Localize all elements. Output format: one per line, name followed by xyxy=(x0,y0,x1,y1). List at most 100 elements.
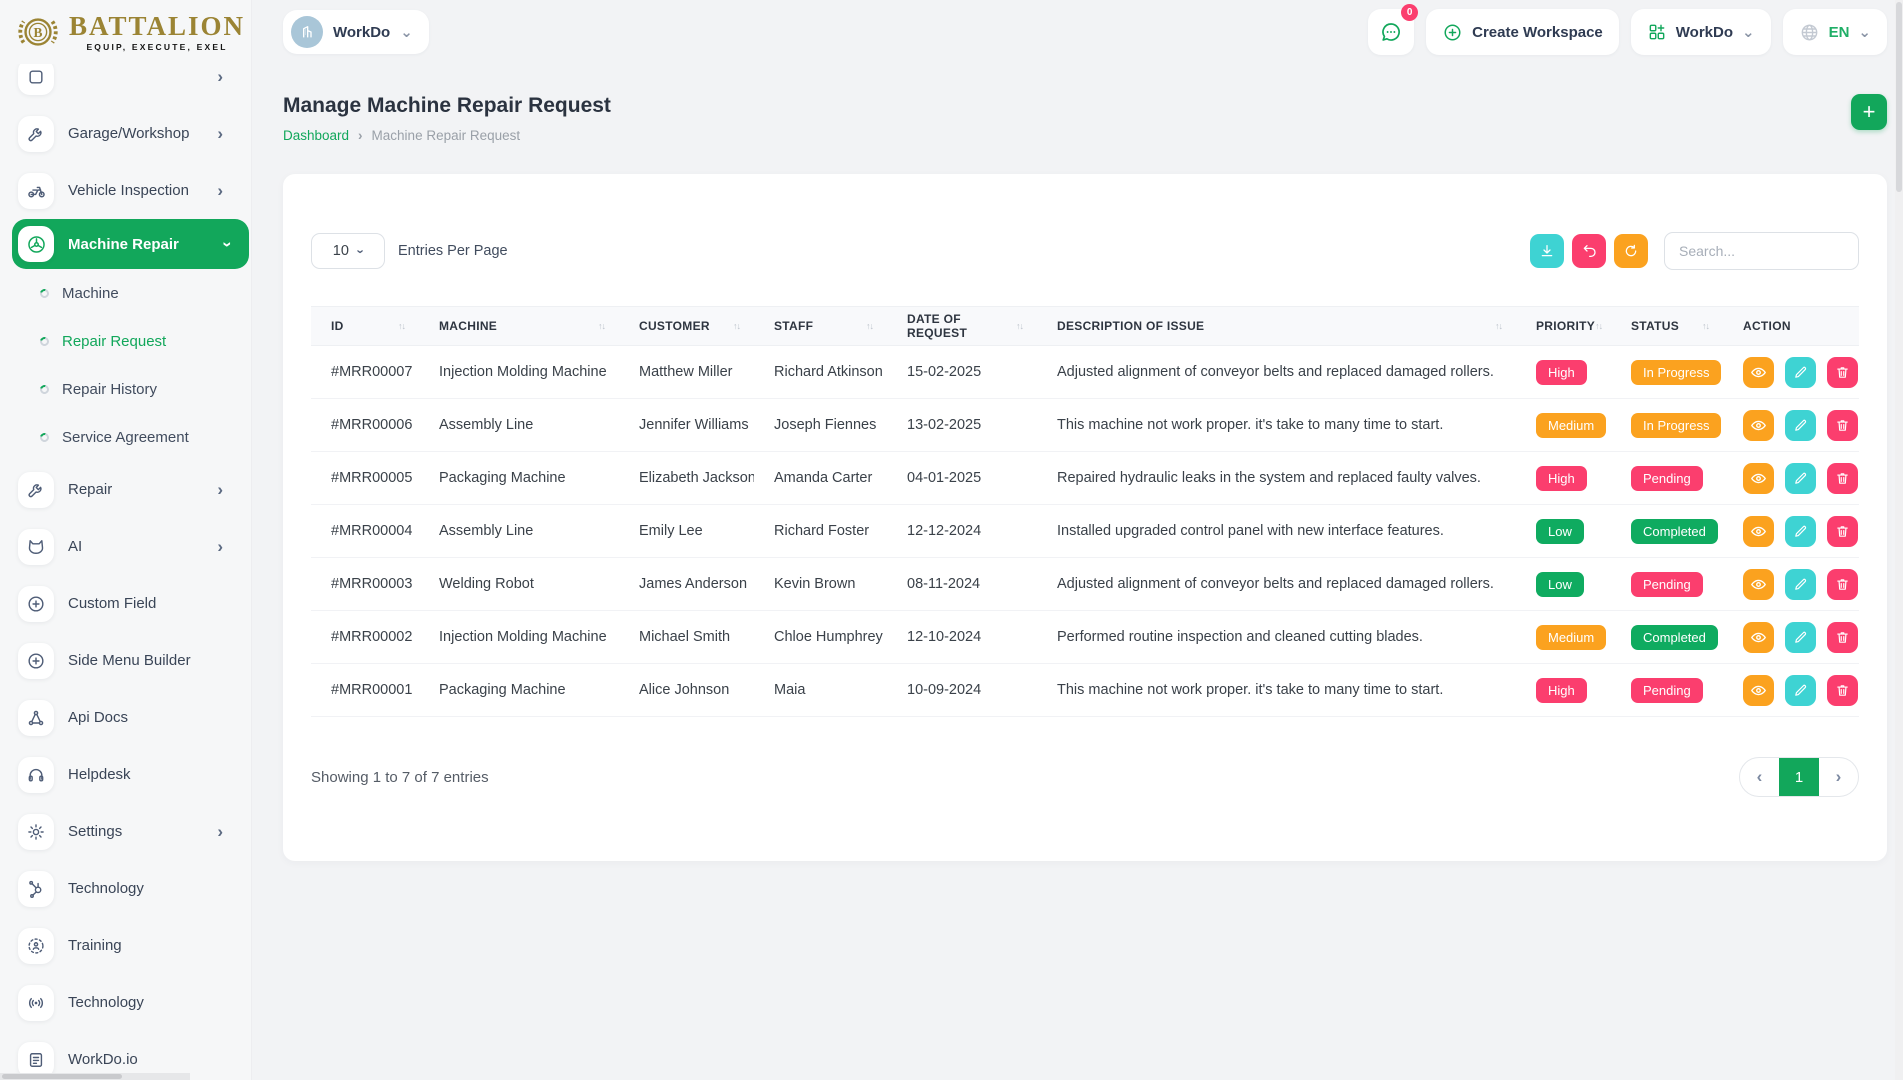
cell-date: 12-12-2024 xyxy=(887,523,1037,539)
cell-staff: Richard Atkinson xyxy=(754,364,887,380)
cell-date: 13-02-2025 xyxy=(887,417,1037,433)
sidebar-item-technology-1[interactable]: Technology xyxy=(0,860,251,917)
sidebar-item-technology-2[interactable]: Technology xyxy=(0,974,251,1031)
create-workspace-button[interactable]: Create Workspace xyxy=(1426,9,1619,55)
messages-button[interactable]: 0 xyxy=(1368,9,1414,55)
next-page-button[interactable]: › xyxy=(1819,758,1858,796)
motorcycle-icon xyxy=(18,173,54,209)
workdo-menu-button[interactable]: WorkDo ⌄ xyxy=(1631,9,1771,55)
view-button[interactable] xyxy=(1743,622,1774,653)
eye-icon xyxy=(1750,364,1767,381)
refresh-button[interactable] xyxy=(1614,234,1648,268)
language-selector[interactable]: EN ⌄ xyxy=(1783,9,1887,55)
sidebar-horizontal-scrollbar[interactable] xyxy=(0,1073,190,1080)
pencil-icon xyxy=(1793,577,1808,592)
view-button[interactable] xyxy=(1743,463,1774,494)
delete-button[interactable] xyxy=(1827,569,1858,600)
vertical-scrollbar-thumb[interactable] xyxy=(1896,2,1902,192)
cell-description: Adjusted alignment of conveyor belts and… xyxy=(1037,364,1516,380)
sidebar-item-training[interactable]: Training xyxy=(0,917,251,974)
fox-icon xyxy=(18,529,54,565)
create-workspace-label: Create Workspace xyxy=(1472,24,1603,41)
language-code: EN xyxy=(1829,24,1850,41)
sidebar-item-machine-repair[interactable]: Machine Repair › xyxy=(12,219,249,269)
sidebar-item-garage-workshop[interactable]: Garage/Workshop › xyxy=(0,105,251,162)
brand-tagline: EQUIP, EXECUTE, EXEL xyxy=(69,43,245,52)
circle-plus-icon xyxy=(1442,22,1463,43)
column-header-status[interactable]: STATUS↑↓ xyxy=(1611,319,1723,333)
trash-icon xyxy=(1835,524,1850,539)
edit-button[interactable] xyxy=(1785,622,1816,653)
repair-request-table: ID↑↓ MACHINE↑↓ CUSTOMER↑↓ STAFF↑↓ DATE O… xyxy=(311,306,1859,717)
view-button[interactable] xyxy=(1743,516,1774,547)
sidebar-subitem-repair-history[interactable]: Repair History xyxy=(0,365,251,413)
status-badge: Pending xyxy=(1631,678,1703,703)
reset-button[interactable] xyxy=(1572,234,1606,268)
column-header-customer[interactable]: CUSTOMER↑↓ xyxy=(619,319,754,333)
cell-customer: Jennifer Williams xyxy=(619,417,754,433)
brand-logo[interactable]: B BATTALION EQUIP, EXECUTE, EXEL xyxy=(0,0,251,64)
edit-button[interactable] xyxy=(1785,410,1816,441)
table-row: #MRR00005 Packaging Machine Elizabeth Ja… xyxy=(311,452,1859,505)
edit-button[interactable] xyxy=(1785,357,1816,388)
view-button[interactable] xyxy=(1743,675,1774,706)
page-header: Manage Machine Repair Request Dashboard … xyxy=(283,94,1887,143)
export-button[interactable] xyxy=(1530,234,1564,268)
sidebar-item-custom-field[interactable]: Custom Field xyxy=(0,575,251,632)
view-button[interactable] xyxy=(1743,410,1774,441)
delete-button[interactable] xyxy=(1827,516,1858,547)
cell-actions xyxy=(1723,410,1859,441)
edit-button[interactable] xyxy=(1785,569,1816,600)
column-header-priority[interactable]: PRIORITY↑↓ xyxy=(1516,319,1611,333)
sidebar-subitem-machine[interactable]: Machine xyxy=(0,269,251,317)
delete-button[interactable] xyxy=(1827,675,1858,706)
cell-actions xyxy=(1723,569,1859,600)
breadcrumb-dashboard-link[interactable]: Dashboard xyxy=(283,128,349,143)
priority-badge: High xyxy=(1536,678,1587,703)
view-button[interactable] xyxy=(1743,569,1774,600)
column-header-date[interactable]: DATE OF REQUEST↑↓ xyxy=(887,312,1037,340)
delete-button[interactable] xyxy=(1827,622,1858,653)
column-header-id[interactable]: ID↑↓ xyxy=(311,319,419,333)
cell-date: 12-10-2024 xyxy=(887,629,1037,645)
edit-button[interactable] xyxy=(1785,675,1816,706)
delete-button[interactable] xyxy=(1827,463,1858,494)
priority-badge: Medium xyxy=(1536,413,1606,438)
cell-id: #MRR00001 xyxy=(311,682,419,698)
view-button[interactable] xyxy=(1743,357,1774,388)
workspace-selector[interactable]: WorkDo ⌄ xyxy=(283,10,429,54)
search-input[interactable] xyxy=(1664,232,1859,270)
chevron-right-icon: › xyxy=(217,823,223,840)
sidebar-subitem-service-agreement[interactable]: Service Agreement xyxy=(0,413,251,461)
page-number-active[interactable]: 1 xyxy=(1779,758,1819,796)
edit-button[interactable] xyxy=(1785,463,1816,494)
sort-icon: ↑↓ xyxy=(1016,321,1023,331)
sidebar-item-side-menu-builder[interactable]: Side Menu Builder xyxy=(0,632,251,689)
vertical-scrollbar[interactable] xyxy=(1895,0,1903,1080)
sidebar-item-helpdesk[interactable]: Helpdesk xyxy=(0,746,251,803)
cell-description: Performed routine inspection and cleaned… xyxy=(1037,629,1516,645)
add-repair-request-button[interactable]: + xyxy=(1851,94,1887,130)
sort-icon: ↑↓ xyxy=(733,321,740,331)
previous-page-button[interactable]: ‹ xyxy=(1740,758,1779,796)
sidebar-item-repair[interactable]: Repair › xyxy=(0,461,251,518)
brand-name: BATTALION xyxy=(69,13,245,40)
delete-button[interactable] xyxy=(1827,357,1858,388)
sidebar-item-ai[interactable]: AI › xyxy=(0,518,251,575)
sidebar-item-vehicle-inspection[interactable]: Vehicle Inspection › xyxy=(0,162,251,219)
column-header-description[interactable]: DESCRIPTION OF ISSUE↑↓ xyxy=(1037,319,1516,333)
entries-per-page-select[interactable]: 10 › xyxy=(311,233,385,269)
sidebar-item-settings[interactable]: Settings › xyxy=(0,803,251,860)
sidebar-item-hidden[interactable]: › xyxy=(0,64,251,105)
cell-date: 15-02-2025 xyxy=(887,364,1037,380)
sidebar-subitem-repair-request[interactable]: Repair Request xyxy=(0,317,251,365)
chevron-down-icon: ⌄ xyxy=(400,23,413,41)
sidebar-item-api-docs[interactable]: Api Docs xyxy=(0,689,251,746)
column-header-machine[interactable]: MACHINE↑↓ xyxy=(419,319,619,333)
ring-bullet-icon xyxy=(38,287,50,299)
sidebar-horizontal-scrollbar-thumb[interactable] xyxy=(2,1074,122,1079)
column-header-staff[interactable]: STAFF↑↓ xyxy=(754,319,887,333)
edit-button[interactable] xyxy=(1785,516,1816,547)
trash-icon xyxy=(1835,683,1850,698)
delete-button[interactable] xyxy=(1827,410,1858,441)
